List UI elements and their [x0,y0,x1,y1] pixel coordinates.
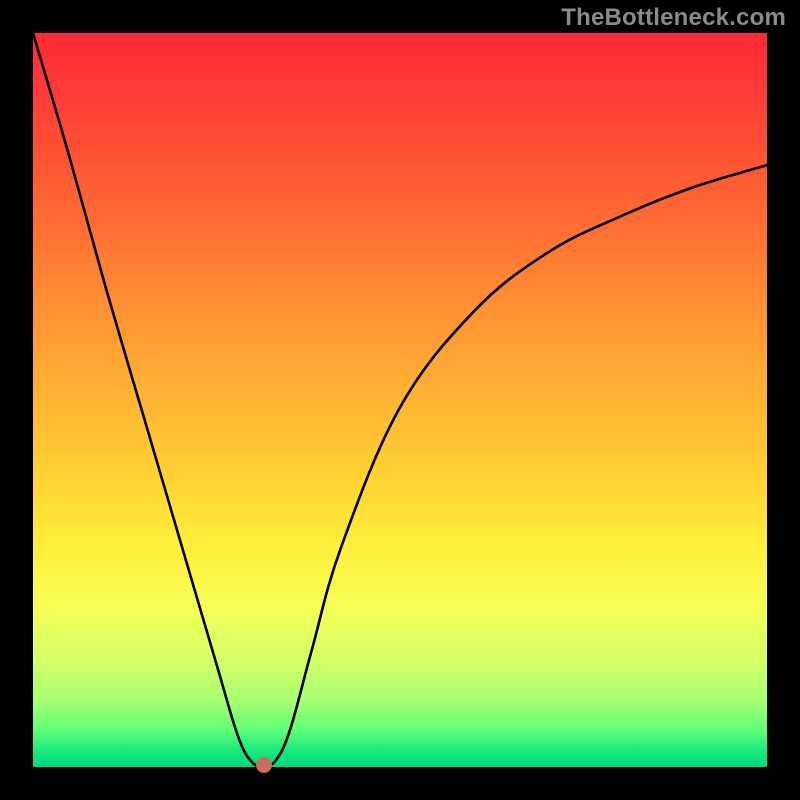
plot-area [33,33,767,767]
curve-path [33,33,767,766]
watermark-label: TheBottleneck.com [561,4,786,32]
chart-frame: TheBottleneck.com [0,0,800,800]
line-series [33,33,767,767]
minimum-marker [256,757,272,773]
